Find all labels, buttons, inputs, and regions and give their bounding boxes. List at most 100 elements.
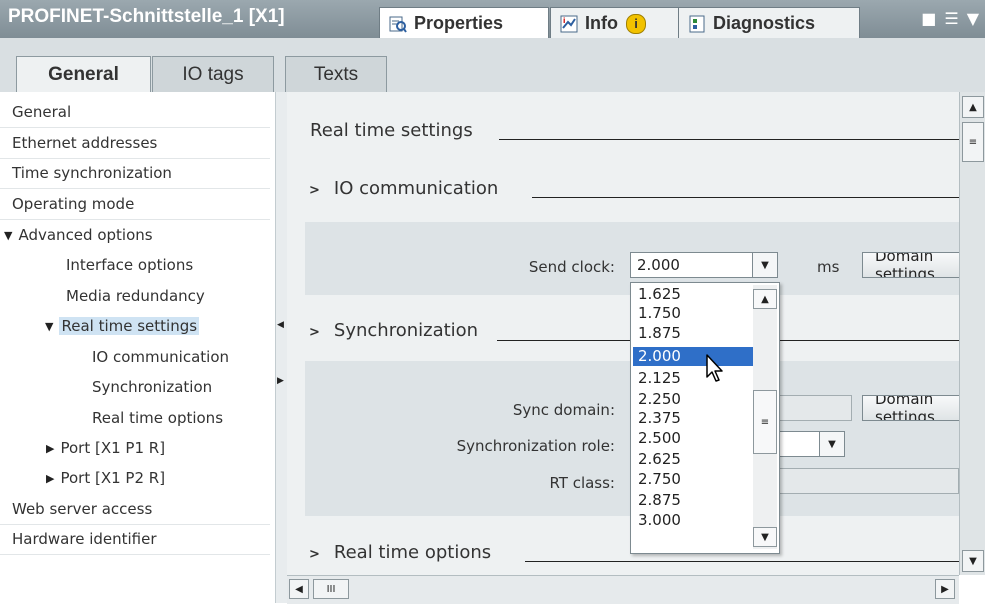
nav-item-label: IO communication: [92, 348, 229, 366]
tab-diagnostics-label: Diagnostics: [713, 13, 816, 33]
nav-item-label: Advanced options: [18, 226, 153, 244]
nav-item-label: Hardware identifier: [12, 530, 157, 548]
io-comm-heading-label: IO communication: [333, 178, 499, 199]
nav-item-label: Time synchronization: [12, 164, 172, 182]
nav-item-label: Real time settings: [59, 317, 200, 335]
nav-item-port-x1-p1[interactable]: ▶ Port [X1 P1 R]: [0, 433, 316, 463]
dropdown-option[interactable]: 2.250: [633, 390, 756, 409]
info-warning-icon: i: [626, 13, 646, 34]
dropdown-scroll-down-icon[interactable]: ▼: [753, 527, 777, 547]
tab-general[interactable]: General: [16, 56, 151, 92]
collapse-left-icon[interactable]: ◀: [277, 320, 284, 330]
domain-settings-button[interactable]: Domain settings: [862, 252, 959, 278]
dropdown-option[interactable]: 1.875: [633, 324, 756, 343]
dropdown-option[interactable]: 2.875: [633, 491, 756, 510]
dropdown-option[interactable]: 1.750: [633, 304, 756, 323]
vertical-scrollbar[interactable]: ▲ ≡ ▼: [959, 92, 985, 575]
scroll-thumb[interactable]: ≡: [962, 122, 984, 162]
nav-item-label: Operating mode: [12, 195, 135, 213]
inspector-titlebar: PROFINET-Schnittstelle_1 [X1] Properties…: [0, 0, 985, 39]
send-clock-label: Send clock:: [528, 258, 615, 276]
nav-item-label: Media redundancy: [66, 287, 205, 305]
section-heading-io-communication[interactable]: > IO communication: [309, 178, 498, 199]
send-clock-dropdown-list[interactable]: 1.625 1.750 1.875 2.000 2.125 2.250 2.37…: [630, 282, 780, 554]
menu-icon[interactable]: ☰: [944, 9, 958, 28]
sync-role-select[interactable]: ▼: [777, 431, 845, 457]
dropdown-option[interactable]: 1.625: [633, 285, 756, 304]
nav-item-time-synchronization[interactable]: Time synchronization: [0, 158, 282, 188]
hscroll-thumb[interactable]: III: [313, 579, 349, 599]
section-rule: [525, 561, 959, 562]
chevron-right-icon: >: [309, 325, 320, 340]
svg-text:i: i: [563, 17, 565, 25]
diagnostics-icon: [687, 14, 707, 34]
expanded-arrow-icon[interactable]: ▼: [45, 320, 53, 333]
dropdown-option[interactable]: 2.125: [633, 369, 756, 388]
sync-domain-settings-button[interactable]: Domain settings: [862, 395, 959, 421]
horizontal-scrollbar[interactable]: ◀ III ▶: [287, 575, 959, 604]
rt-class-field[interactable]: [777, 468, 959, 494]
tab-diagnostics[interactable]: Diagnostics: [678, 7, 860, 39]
nav-item-ethernet-addresses[interactable]: Ethernet addresses: [0, 128, 282, 158]
send-clock-select[interactable]: 2.000 ▼: [630, 252, 778, 278]
mouse-cursor-icon: [706, 354, 723, 382]
scroll-up-icon[interactable]: ▲: [962, 96, 984, 118]
nav-item-label: Port [X1 P1 R]: [60, 439, 166, 457]
scroll-left-icon[interactable]: ◀: [289, 579, 309, 599]
tab-info-label: Info: [585, 13, 618, 33]
nav-item-label: Ethernet addresses: [12, 134, 158, 152]
nav-item-port-x1-p2[interactable]: ▶ Port [X1 P2 R]: [0, 463, 316, 493]
dropdown-scroll-thumb[interactable]: ≡: [753, 390, 777, 454]
send-clock-value: 2.000: [637, 256, 680, 274]
tab-properties[interactable]: Properties: [379, 7, 549, 39]
chevron-right-icon: >: [309, 547, 320, 562]
chevron-right-icon: >: [309, 183, 320, 198]
dropdown-option-selected[interactable]: 2.000: [633, 347, 756, 366]
nav-item-general[interactable]: General: [0, 97, 282, 127]
dropdown-option[interactable]: 2.625: [633, 450, 756, 469]
collapsed-arrow-icon[interactable]: ▶: [46, 472, 54, 485]
properties-content: Real time settings > IO communication Sen…: [287, 92, 959, 575]
dropdown-scrollbar[interactable]: ▲ ≡ ▼: [753, 285, 777, 549]
nav-item-web-server-access[interactable]: Web server access: [0, 494, 282, 524]
tab-info[interactable]: i Info i: [550, 7, 679, 39]
section-heading-real-time-settings: Real time settings: [310, 120, 473, 141]
expand-right-icon[interactable]: ▶: [277, 376, 284, 386]
sync-heading-label: Synchronization: [333, 320, 479, 341]
nav-item-hardware-identifier[interactable]: Hardware identifier: [0, 524, 282, 554]
sync-domain-label: Sync domain:: [512, 401, 615, 419]
nav-item-label: Synchronization: [92, 378, 213, 396]
expanded-arrow-icon[interactable]: ▼: [4, 229, 12, 242]
nav-item-operating-mode[interactable]: Operating mode: [0, 189, 282, 219]
secondary-tabbar: General IO tags Texts: [0, 38, 985, 93]
rt-options-heading-label: Real time options: [333, 542, 492, 563]
window-title: PROFINET-Schnittstelle_1 [X1]: [8, 6, 285, 27]
section-heading-synchronization[interactable]: > Synchronization: [309, 320, 478, 341]
nav-item-label: Web server access: [12, 500, 153, 518]
scroll-down-icon[interactable]: ▼: [962, 550, 984, 572]
sync-role-label: Synchronization role:: [456, 437, 615, 455]
chevron-down-icon[interactable]: ▼: [967, 9, 979, 28]
tab-texts[interactable]: Texts: [285, 56, 387, 92]
dropdown-option[interactable]: 3.000: [633, 511, 756, 530]
section-heading-real-time-options[interactable]: > Real time options: [309, 542, 491, 563]
tab-properties-label: Properties: [414, 13, 504, 33]
nav-tree: General Ethernet addresses Time synchron…: [0, 92, 283, 603]
scroll-right-icon[interactable]: ▶: [935, 579, 955, 599]
nav-item-label: Interface options: [66, 256, 194, 274]
nav-item-advanced-options[interactable]: ▼ Advanced options: [0, 220, 274, 250]
nav-divider: [0, 554, 270, 555]
collapsed-arrow-icon[interactable]: ▶: [46, 442, 54, 455]
sync-domain-field[interactable]: [777, 395, 852, 421]
dropdown-scroll-up-icon[interactable]: ▲: [753, 289, 777, 309]
dropdown-arrow-icon[interactable]: ▼: [752, 253, 777, 277]
dropdown-option[interactable]: 2.375: [633, 409, 756, 428]
dropdown-option[interactable]: 2.750: [633, 470, 756, 489]
restore-icon[interactable]: ■: [921, 9, 936, 28]
nav-item-real-time-settings[interactable]: ▼ Real time settings: [0, 311, 315, 341]
nav-item-label: Port [X1 P2 R]: [60, 469, 166, 487]
tab-io-tags[interactable]: IO tags: [152, 56, 274, 92]
dropdown-option[interactable]: 2.500: [633, 429, 756, 448]
dropdown-arrow-icon[interactable]: ▼: [819, 432, 844, 456]
nav-item-label: General: [12, 103, 72, 121]
